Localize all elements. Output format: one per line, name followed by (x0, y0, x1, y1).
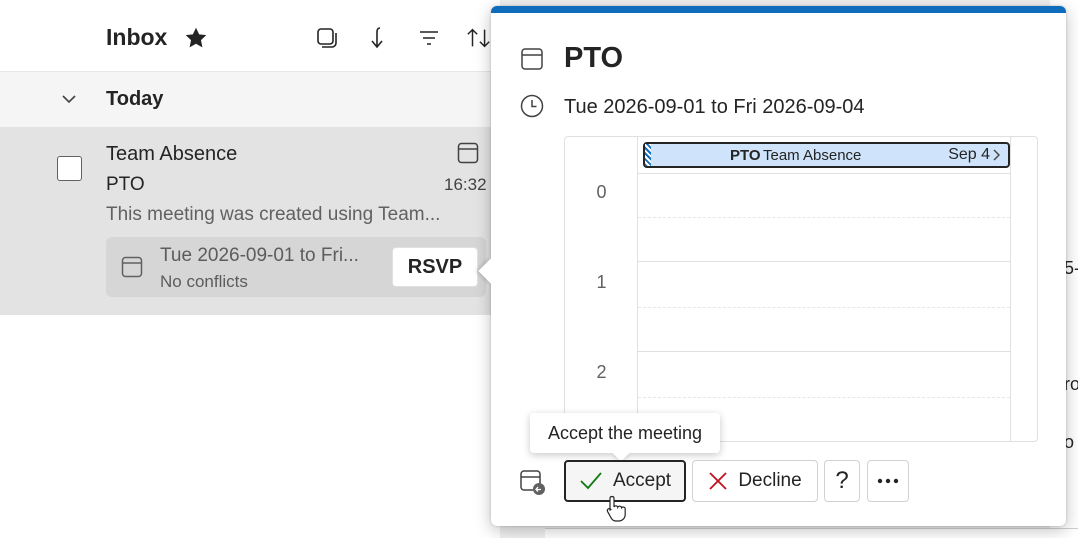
event-organizer: Team Absence (763, 147, 862, 164)
event-title: PTO (730, 147, 761, 164)
day-schedule: 0 1 2 PTO Team Absence Sep 4 (564, 136, 1038, 442)
calendar-icon (457, 142, 479, 164)
select-mode-icon[interactable] (314, 24, 340, 52)
decline-label: Decline (738, 470, 802, 491)
grid-line (638, 173, 1010, 174)
grid-line (1010, 137, 1011, 441)
hand-cursor-icon (606, 495, 626, 522)
conflicts-status: No conflicts (160, 272, 248, 291)
close-icon (709, 472, 727, 490)
accept-tooltip: Accept the meeting (530, 413, 720, 453)
clock-icon (520, 94, 544, 118)
filter-icon[interactable] (416, 24, 442, 52)
folder-title: Inbox (106, 24, 168, 50)
rsvp-button[interactable]: RSVP (392, 247, 478, 287)
meeting-card[interactable]: Tue 2026-09-01 to Fri... No conflicts RS… (106, 237, 486, 297)
chevron-down-icon[interactable] (60, 90, 78, 108)
accept-label: Accept (612, 470, 672, 491)
message-list: Inbox Today Team Absence PTO 16:32 This … (0, 0, 500, 538)
tentative-button[interactable]: ? (824, 460, 860, 502)
all-day-event[interactable]: PTO Team Absence Sep 4 (643, 142, 1010, 168)
hour-label: 2 (596, 362, 607, 382)
reading-pane-bottom (545, 528, 1078, 538)
calendar-icon (121, 256, 143, 278)
meeting-title: PTO (564, 42, 624, 74)
checkmark-icon (580, 472, 602, 490)
jump-to-icon[interactable] (365, 24, 391, 52)
message-time: 16:32 (444, 175, 487, 194)
group-label: Today (106, 88, 164, 110)
list-item[interactable]: Team Absence PTO 16:32 This meeting was … (0, 127, 500, 315)
calendar-icon (521, 48, 543, 70)
favorite-star-icon[interactable] (183, 25, 209, 51)
hour-label: 1 (596, 272, 607, 292)
decline-button[interactable]: Decline (692, 460, 818, 502)
background-text: 5- (1064, 258, 1078, 278)
list-header: Inbox (0, 0, 500, 72)
meeting-dates: Tue 2026-09-01 to Fri... (160, 245, 359, 266)
meeting-when: Tue 2026-09-01 to Fri 2026-09-04 (564, 96, 865, 118)
event-end-date: Sep 4 (948, 146, 990, 163)
tentative-label: ? (835, 467, 849, 494)
select-checkbox[interactable] (57, 156, 82, 181)
tentative-stripe (645, 144, 651, 166)
message-subject: PTO (106, 174, 145, 195)
message-preview: This meeting was created using Team... (106, 204, 441, 225)
group-header-today[interactable]: Today (0, 72, 500, 127)
grid-line (638, 261, 1010, 262)
more-icon (877, 478, 899, 484)
hour-label: 0 (596, 182, 607, 202)
meeting-popup: PTO Tue 2026-09-01 to Fri 2026-09-04 0 1… (478, 6, 1066, 526)
grid-line (638, 217, 1010, 218)
grid-line (638, 307, 1010, 308)
sort-icon[interactable] (466, 24, 492, 52)
popup-accent-bar (491, 6, 1066, 13)
message-sender: Team Absence (106, 143, 238, 165)
more-options-button[interactable] (867, 460, 909, 502)
calendar-reply-icon[interactable] (519, 468, 547, 496)
grid-line (638, 351, 1010, 352)
grid-line (638, 397, 1010, 398)
chevron-right-icon (993, 149, 1000, 161)
background-text: ro (1064, 374, 1078, 394)
